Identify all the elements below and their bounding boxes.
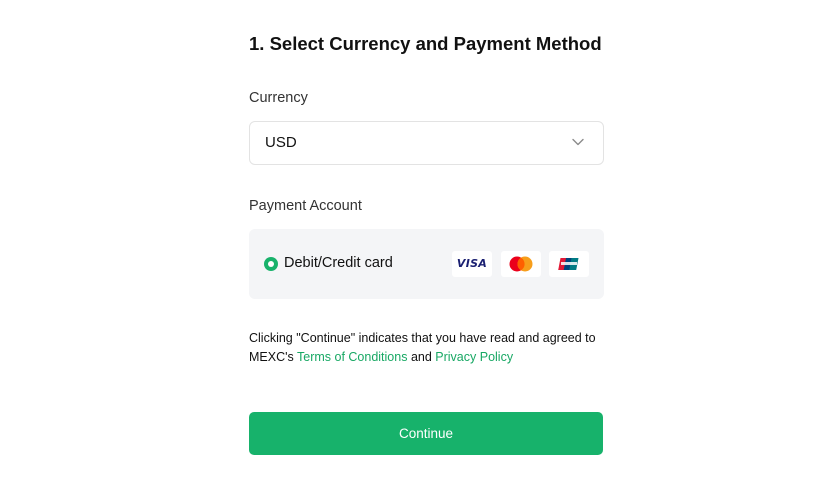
continue-button[interactable]: Continue — [249, 412, 603, 455]
currency-select[interactable]: USD — [249, 121, 604, 165]
unionpay-icon — [558, 258, 579, 270]
payment-option-debit-credit-card[interactable]: Debit/Credit card VISA — [249, 229, 604, 299]
radio-selected[interactable] — [264, 257, 278, 271]
currency-value: USD — [265, 134, 297, 151]
payment-option-label: Debit/Credit card — [284, 255, 393, 271]
payment-account-label: Payment Account — [249, 198, 362, 214]
visa-logo: VISA — [452, 251, 492, 277]
terms-link[interactable]: Terms of Conditions — [297, 350, 407, 364]
page-title: 1. Select Currency and Payment Method — [249, 33, 602, 54]
currency-label: Currency — [249, 90, 308, 106]
mastercard-icon — [509, 256, 533, 272]
privacy-policy-link[interactable]: Privacy Policy — [435, 350, 513, 364]
consent-and: and — [407, 350, 436, 364]
consent-text: Clicking "Continue" indicates that you h… — [249, 329, 609, 367]
mastercard-logo — [501, 251, 541, 277]
chevron-down-icon — [572, 138, 584, 146]
visa-logo-text: VISA — [456, 257, 488, 270]
unionpay-logo — [549, 251, 589, 277]
